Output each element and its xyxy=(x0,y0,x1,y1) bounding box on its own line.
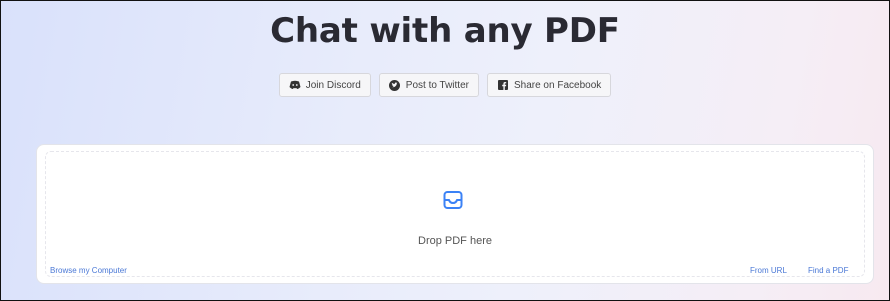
app-frame: Chat with any PDF Join Discord Post to T… xyxy=(0,0,890,301)
twitter-icon xyxy=(389,79,401,91)
browse-computer-link[interactable]: Browse my Computer xyxy=(50,266,127,275)
share-on-facebook-button[interactable]: Share on Facebook xyxy=(486,73,612,97)
pdf-drop-zone[interactable]: Drop PDF here Browse my Computer From UR… xyxy=(36,144,874,284)
inbox-tray-icon xyxy=(442,189,464,211)
post-to-twitter-label: Post to Twitter xyxy=(405,79,469,91)
drop-zone-dashed-border xyxy=(45,151,865,277)
from-url-link[interactable]: From URL xyxy=(750,266,787,275)
share-buttons-row: Join Discord Post to Twitter Share on Fa… xyxy=(1,73,889,97)
share-on-facebook-label: Share on Facebook xyxy=(513,79,602,91)
join-discord-button[interactable]: Join Discord xyxy=(278,73,371,97)
post-to-twitter-button[interactable]: Post to Twitter xyxy=(378,73,479,97)
find-a-pdf-link[interactable]: Find a PDF xyxy=(808,266,848,275)
drop-pdf-hint: Drop PDF here xyxy=(418,235,492,247)
facebook-icon xyxy=(497,79,509,91)
page-title: Chat with any PDF xyxy=(270,11,620,51)
join-discord-label: Join Discord xyxy=(305,79,361,91)
discord-icon xyxy=(289,79,301,91)
